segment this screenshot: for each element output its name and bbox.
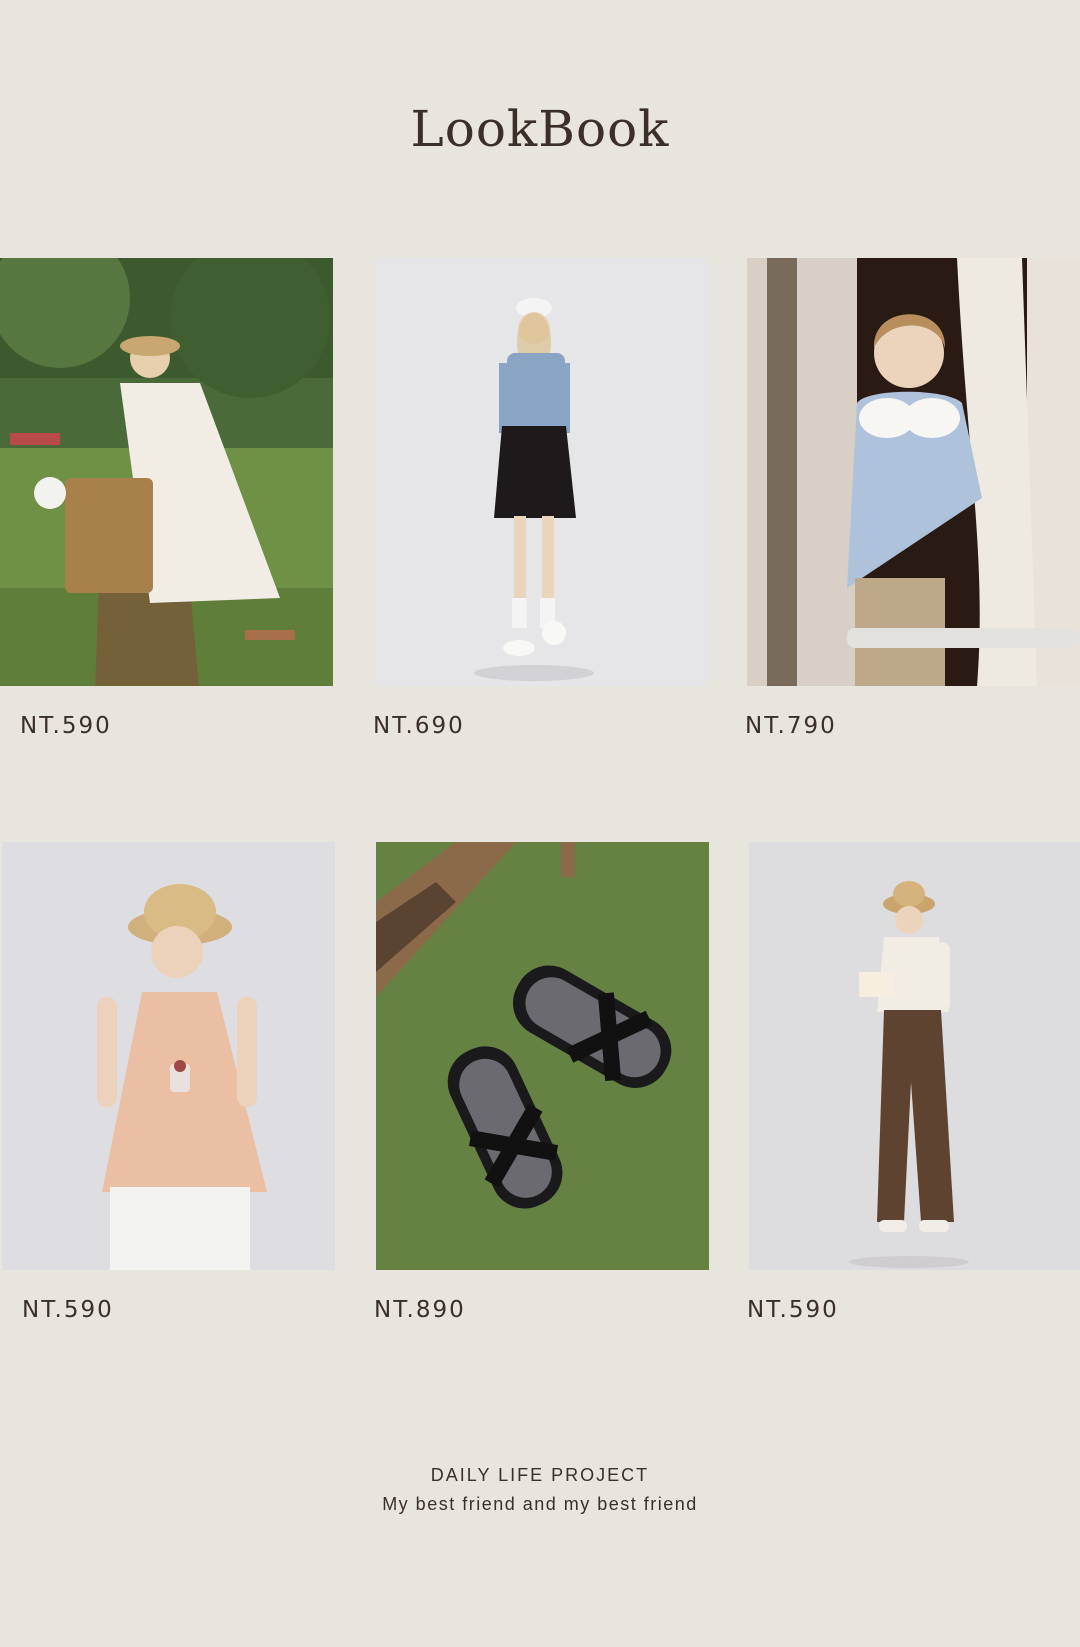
product-card-5[interactable] [376, 842, 709, 1270]
footer-subtitle: My best friend and my best friend [382, 1494, 698, 1514]
product-image-5[interactable] [376, 842, 709, 1270]
footer-title: DAILY LIFE PROJECT [430, 1465, 650, 1485]
product-price-5: NT.890 [374, 1297, 466, 1323]
product-price-4: NT.590 [22, 1297, 114, 1323]
product-price-2: NT.690 [373, 713, 465, 739]
product-card-2[interactable] [374, 258, 707, 686]
product-price-6: NT.590 [747, 1297, 839, 1323]
product-card-1[interactable] [0, 258, 333, 686]
product-image-3[interactable] [747, 258, 1080, 686]
product-price-1: NT.590 [20, 713, 112, 739]
product-image-1[interactable] [0, 258, 333, 686]
page-title: LookBook [410, 100, 670, 158]
product-card-3[interactable] [747, 258, 1080, 686]
product-image-2[interactable] [374, 258, 707, 686]
product-image-4[interactable] [2, 842, 335, 1270]
product-card-6[interactable] [749, 842, 1080, 1270]
product-image-6[interactable] [749, 842, 1080, 1270]
product-price-3: NT.790 [745, 713, 837, 739]
product-card-4[interactable] [2, 842, 335, 1270]
